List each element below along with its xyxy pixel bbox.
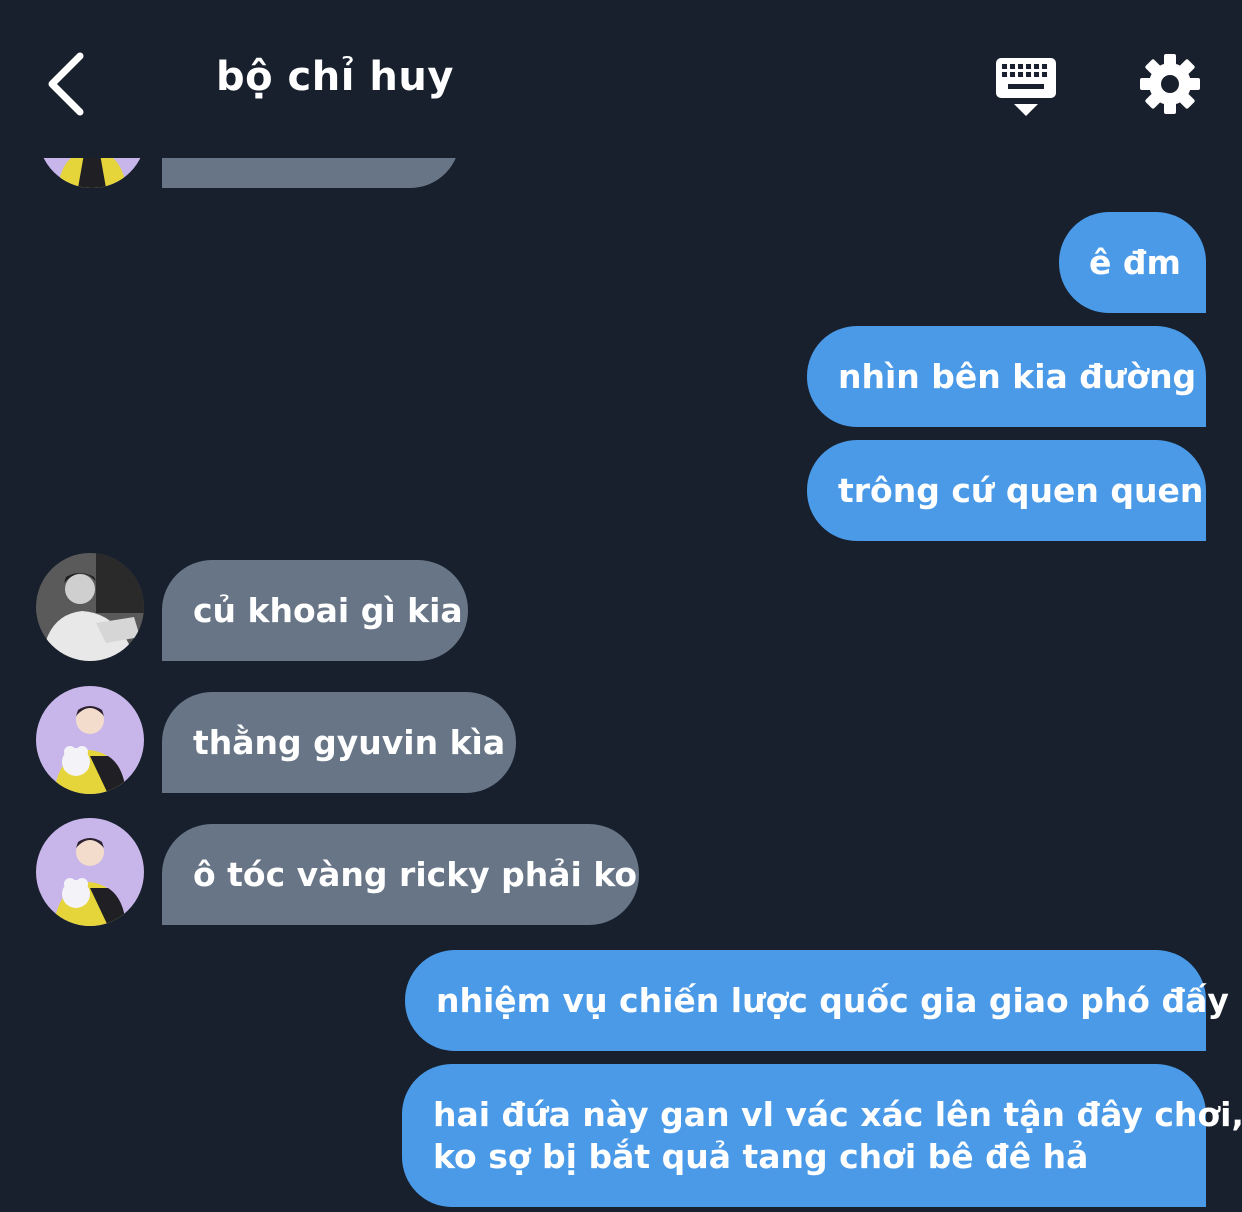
message-text: nhìn bên kia đường xyxy=(838,357,1197,396)
message-text: thằng gyuvin kìa xyxy=(193,723,506,762)
chat-screen: bộ chỉ huy bộ chỉ huy ê đm nhìn bên kia … xyxy=(0,0,1242,1212)
message-bubble-outgoing[interactable]: nhiệm vụ chiến lược quốc gia giao phó đấ… xyxy=(405,950,1229,1051)
header-foreground: bộ chỉ huy xyxy=(0,0,1242,150)
message-text: nhiệm vụ chiến lược quốc gia giao phó đấ… xyxy=(436,981,1229,1020)
chat-title: bộ chỉ huy xyxy=(216,54,454,100)
message-bubble-outgoing[interactable]: hai đứa này gan vl vác xác lên tận đây c… xyxy=(402,1064,1242,1207)
avatar[interactable] xyxy=(36,686,144,794)
message-text-line-1: hai đứa này gan vl vác xác lên tận đây c… xyxy=(433,1095,1242,1134)
avatar[interactable] xyxy=(36,553,144,661)
message-bubble-outgoing[interactable]: nhìn bên kia đường xyxy=(807,326,1206,427)
message-text: ô tóc vàng ricky phải ko xyxy=(193,855,638,894)
message-text: củ khoai gì kia xyxy=(193,591,463,630)
message-bubble-incoming[interactable]: thằng gyuvin kìa xyxy=(162,692,516,793)
keyboard-hide-icon xyxy=(996,58,1056,116)
gear-icon xyxy=(1140,54,1200,114)
avatar-bw-boy xyxy=(36,553,144,661)
message-bubble-outgoing[interactable]: ê đm xyxy=(1059,212,1206,313)
chevron-left-icon xyxy=(48,52,84,116)
settings-button[interactable] xyxy=(1138,52,1202,116)
keyboard-hide-button[interactable] xyxy=(994,56,1058,120)
back-button[interactable] xyxy=(40,50,100,120)
avatar-purple-boy xyxy=(36,686,144,794)
avatar[interactable] xyxy=(36,818,144,926)
message-text-line-2: ko sợ bị bắt quả tang chơi bê đê hả xyxy=(433,1137,1089,1176)
message-text: trông cứ quen quen xyxy=(838,471,1204,510)
avatar-purple-boy xyxy=(36,818,144,926)
message-bubble-outgoing[interactable]: trông cứ quen quen xyxy=(807,440,1206,541)
message-bubble-incoming[interactable]: ô tóc vàng ricky phải ko xyxy=(162,824,639,925)
message-text: ê đm xyxy=(1089,243,1181,282)
message-bubble-incoming[interactable]: củ khoai gì kia xyxy=(162,560,468,661)
